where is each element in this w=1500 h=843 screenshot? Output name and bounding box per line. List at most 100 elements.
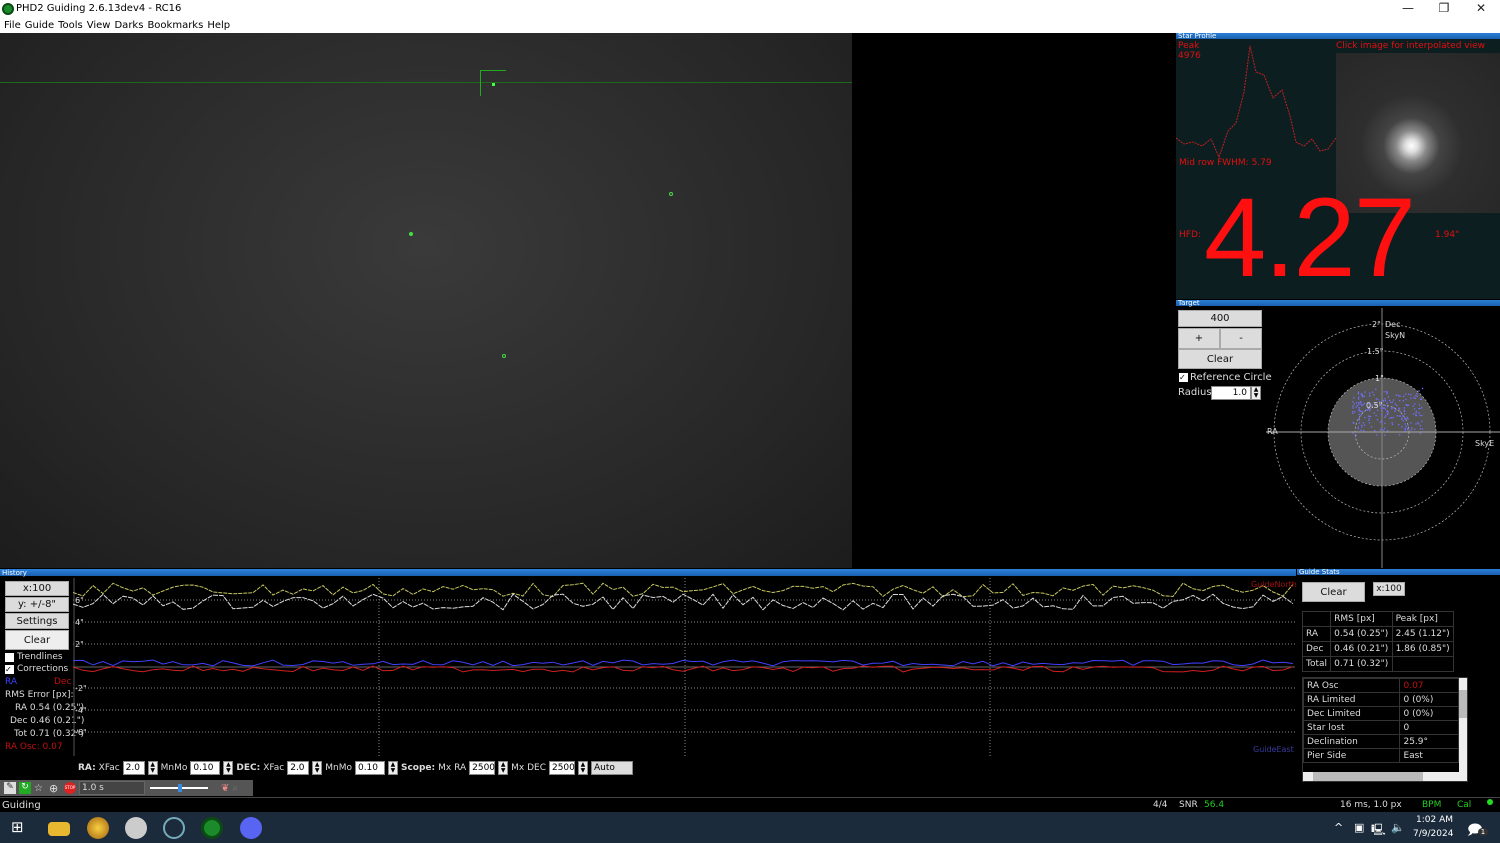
target-point <box>1403 410 1406 413</box>
history-clear-button[interactable]: Clear <box>5 630 69 650</box>
dec-legend: Dec <box>54 677 72 687</box>
ring-label-2: 2" <box>1372 320 1381 329</box>
list-item: Dec Limited 0 (0%) <box>1303 706 1459 721</box>
camera-view[interactable] <box>0 33 1175 568</box>
target-point <box>1358 417 1360 420</box>
window-title: PHD2 Guiding 2.6.13dev4 - RC16 <box>16 3 182 14</box>
menu-tools[interactable]: Tools <box>58 20 83 31</box>
target-point <box>1418 390 1420 392</box>
dec-xfac-spinner[interactable]: ▲ ▼ <box>312 760 323 775</box>
use-camera-icon[interactable]: ✎ <box>4 782 16 794</box>
y-scale-dropdown[interactable]: y: +/-8" <box>5 597 69 612</box>
ra-xfac-input[interactable]: 2.0 <box>122 760 145 775</box>
target-zoom-dropdown[interactable]: 400 <box>1178 310 1262 327</box>
file-explorer-icon[interactable] <box>48 822 70 836</box>
target-point <box>1414 428 1416 431</box>
exposure-dropdown[interactable]: 1.0 s <box>79 781 145 795</box>
skyn-label: SkyN <box>1385 331 1406 340</box>
guide-icon[interactable]: ⊕ <box>49 782 61 795</box>
target-point <box>1397 394 1399 396</box>
target-point <box>1413 408 1416 410</box>
clock-date[interactable]: 7/9/2024 <box>1413 829 1453 839</box>
target-point <box>1384 399 1387 402</box>
tray-chevron-icon[interactable]: ^ <box>1334 821 1343 834</box>
corrections-checkbox[interactable]: ✓ <box>5 665 14 674</box>
target-point <box>1360 403 1362 406</box>
mx-ra-input[interactable]: 2500 <box>469 760 496 775</box>
target-point <box>1376 434 1378 436</box>
ra-mnmo-spinner[interactable]: ▲ ▼ <box>223 760 234 775</box>
app-icon[interactable] <box>87 817 109 839</box>
ra-mnmo-input[interactable]: 0.10 <box>190 760 221 775</box>
app-icon[interactable] <box>163 817 185 839</box>
target-point <box>1377 398 1379 401</box>
reference-circle-checkbox[interactable]: ✓ <box>1179 373 1188 382</box>
target-point <box>1357 398 1360 400</box>
zoom-out-button[interactable]: - <box>1220 328 1262 349</box>
target-point <box>1368 419 1370 421</box>
discord-icon[interactable] <box>240 817 262 839</box>
menu-bookmarks[interactable]: Bookmarks <box>147 20 203 31</box>
target-point <box>1387 411 1389 413</box>
target-clear-button[interactable]: Clear <box>1178 349 1262 369</box>
menu-darks[interactable]: Darks <box>114 20 143 31</box>
cell: Total <box>1301 656 1332 672</box>
dec-mnmo-input[interactable]: 0.10 <box>354 760 385 775</box>
mx-dec-spinner[interactable]: ▲ ▼ <box>577 760 588 775</box>
network-icon[interactable]: 🖳 <box>1371 821 1386 840</box>
cell: 0 (0%) <box>1399 692 1459 707</box>
stop-icon[interactable]: STOP <box>64 782 76 794</box>
guide-scope-icon[interactable]: ⌕ <box>232 783 238 794</box>
target-point <box>1410 422 1412 424</box>
target-point <box>1360 414 1362 416</box>
target-point <box>1373 412 1375 414</box>
scope-label: Scope: <box>400 762 436 773</box>
target-point <box>1362 396 1364 398</box>
vertical-scrollbar[interactable] <box>1459 678 1467 772</box>
stats-info-list[interactable]: RA Osc 0.07 RA Limited 0 (0%) Dec Limited 0… <box>1302 677 1468 782</box>
target-point <box>1358 419 1361 421</box>
target-point <box>1398 424 1400 426</box>
minimize-button[interactable]: — <box>1390 1 1426 17</box>
loop-icon[interactable]: ↻ <box>19 782 31 794</box>
ra-xfac-spinner[interactable]: ▲ ▼ <box>147 760 158 775</box>
target-point <box>1386 402 1388 404</box>
target-point <box>1414 403 1416 405</box>
menu-guide[interactable]: Guide <box>25 20 54 31</box>
clock-time[interactable]: 1:02 AM <box>1416 815 1453 825</box>
maximize-button[interactable]: ❐ <box>1426 1 1462 17</box>
menu-view[interactable]: View <box>87 20 111 31</box>
target-point <box>1410 429 1413 431</box>
brain-icon[interactable]: ❦ <box>221 783 229 794</box>
volume-icon[interactable]: 🔈 <box>1391 821 1405 834</box>
x-scale-dropdown[interactable]: x:100 <box>5 581 69 596</box>
menu-file[interactable]: File <box>4 20 21 31</box>
radius-input[interactable]: 1.0 <box>1211 386 1251 400</box>
horizontal-scrollbar[interactable] <box>1303 772 1467 781</box>
zoom-in-button[interactable]: + <box>1178 328 1220 349</box>
tray-app-icon[interactable]: ▣ <box>1354 821 1364 834</box>
target-point <box>1374 429 1376 432</box>
auto-select-star-icon[interactable]: ☆ <box>34 783 46 794</box>
trendlines-checkbox[interactable] <box>5 653 14 662</box>
stats-clear-button[interactable]: Clear <box>1302 582 1365 602</box>
phd2-taskbar-icon[interactable] <box>201 817 223 839</box>
target-point <box>1401 417 1403 419</box>
mx-dec-input[interactable]: 2500 <box>548 760 575 775</box>
radius-spinner[interactable]: ▲ ▼ <box>1251 386 1261 400</box>
windows-start-icon[interactable]: ⊞ <box>11 818 24 836</box>
settings-dropdown[interactable]: Settings <box>5 613 69 629</box>
stats-x-scale-dropdown[interactable]: x:100 <box>1373 582 1405 596</box>
gamma-slider[interactable] <box>148 782 218 794</box>
star-marker <box>409 232 413 236</box>
app-icon[interactable] <box>125 817 147 839</box>
dec-mnmo-spinner[interactable]: ▲ ▼ <box>387 760 398 775</box>
camera-image[interactable] <box>0 33 852 568</box>
target-point <box>1358 410 1360 412</box>
target-point <box>1405 398 1407 401</box>
menu-help[interactable]: Help <box>207 20 230 31</box>
mx-ra-spinner[interactable]: ▲ ▼ <box>498 760 509 775</box>
dec-xfac-input[interactable]: 2.0 <box>287 760 310 775</box>
dec-guide-mode-dropdown[interactable]: Auto <box>590 760 633 775</box>
close-button[interactable]: ✕ <box>1463 1 1499 17</box>
